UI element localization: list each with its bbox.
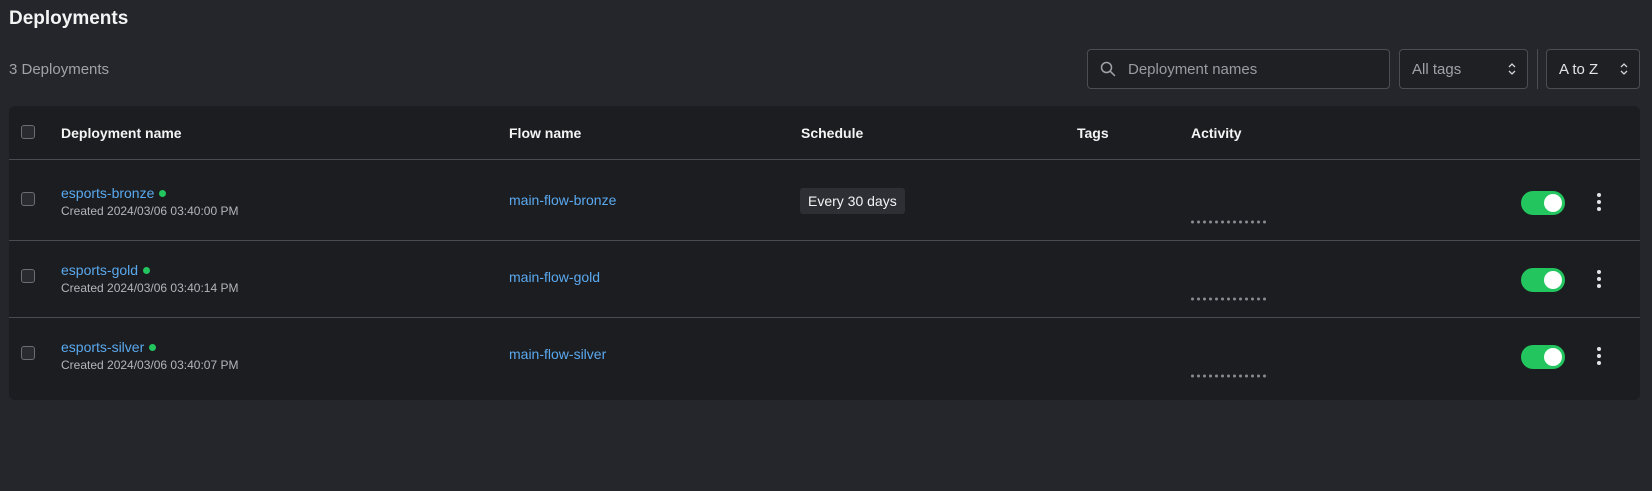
deployment-toggle[interactable] — [1521, 191, 1565, 215]
row-checkbox[interactable] — [21, 192, 35, 206]
activity-dot — [1191, 297, 1194, 301]
column-header-activity[interactable]: Activity — [1191, 125, 1242, 141]
activity-dot — [1251, 220, 1254, 224]
status-dot-icon — [159, 189, 167, 197]
activity-dot — [1263, 297, 1266, 301]
activity-dot — [1245, 220, 1248, 224]
deployment-name-link[interactable]: esports-gold — [61, 262, 151, 278]
activity-dot — [1203, 220, 1206, 224]
row-checkbox[interactable] — [21, 346, 35, 360]
toggle-knob — [1544, 194, 1562, 212]
table-header: Deployment name Flow name Schedule Tags … — [9, 106, 1640, 160]
table-row: esports-gold Created 2024/03/06 03:40:14… — [9, 237, 1640, 318]
column-header-schedule[interactable]: Schedule — [801, 125, 863, 141]
activity-sparkline — [1191, 297, 1266, 301]
activity-dot — [1203, 374, 1206, 378]
activity-dot — [1215, 220, 1218, 224]
table-row: esports-silver Created 2024/03/06 03:40:… — [9, 314, 1640, 394]
activity-dot — [1209, 374, 1212, 378]
deployment-name-link[interactable]: esports-bronze — [61, 185, 167, 201]
created-timestamp: Created 2024/03/06 03:40:14 PM — [61, 281, 239, 295]
deployment-name[interactable]: esports-gold — [61, 262, 138, 278]
tags-filter-label: All tags — [1412, 60, 1462, 78]
activity-dot — [1263, 374, 1266, 378]
status-dot-icon — [143, 266, 151, 274]
more-vertical-icon[interactable] — [1591, 344, 1607, 368]
activity-dot — [1191, 374, 1194, 378]
flow-name-link[interactable]: main-flow-gold — [509, 269, 600, 285]
more-vertical-icon[interactable] — [1591, 267, 1607, 291]
deployment-name[interactable]: esports-bronze — [61, 185, 154, 201]
created-timestamp: Created 2024/03/06 03:40:00 PM — [61, 204, 239, 218]
toggle-knob — [1544, 348, 1562, 366]
search-field[interactable] — [1087, 49, 1390, 89]
more-vertical-icon[interactable] — [1591, 190, 1607, 214]
deployment-name-link[interactable]: esports-silver — [61, 339, 157, 355]
page-title: Deployments — [9, 8, 129, 29]
activity-dot — [1215, 374, 1218, 378]
activity-sparkline — [1191, 374, 1266, 378]
activity-dot — [1245, 297, 1248, 301]
activity-dot — [1239, 220, 1242, 224]
activity-dot — [1251, 297, 1254, 301]
activity-dot — [1197, 374, 1200, 378]
chevron-updown-icon — [1620, 63, 1628, 75]
activity-dot — [1197, 220, 1200, 224]
search-input[interactable] — [1126, 59, 1370, 79]
deployment-toggle[interactable] — [1521, 345, 1565, 369]
activity-dot — [1257, 220, 1260, 224]
schedule-badge: Every 30 days — [800, 188, 905, 214]
activity-dot — [1257, 374, 1260, 378]
activity-dot — [1215, 297, 1218, 301]
activity-dot — [1191, 220, 1194, 224]
table-row: esports-bronze Created 2024/03/06 03:40:… — [9, 160, 1640, 241]
search-icon — [1100, 61, 1116, 77]
flow-name-link[interactable]: main-flow-bronze — [509, 192, 616, 208]
activity-dot — [1233, 297, 1236, 301]
tags-filter-select[interactable]: All tags — [1399, 49, 1528, 89]
column-header-deployment-name[interactable]: Deployment name — [61, 125, 182, 141]
row-checkbox[interactable] — [21, 269, 35, 283]
chevron-updown-icon — [1508, 63, 1516, 75]
status-dot-icon — [149, 343, 157, 351]
activity-dot — [1197, 297, 1200, 301]
deployments-table: Deployment name Flow name Schedule Tags … — [9, 106, 1640, 400]
activity-dot — [1209, 220, 1212, 224]
deployment-count: 3 Deployments — [9, 61, 110, 78]
activity-dot — [1251, 374, 1254, 378]
deployments-page: Deployments 3 Deployments All tags A to … — [0, 0, 1652, 491]
activity-dot — [1221, 220, 1224, 224]
toggle-knob — [1544, 271, 1562, 289]
activity-dot — [1227, 374, 1230, 378]
sort-label: A to Z — [1559, 60, 1599, 78]
activity-dot — [1239, 297, 1242, 301]
activity-dot — [1245, 374, 1248, 378]
select-all-checkbox[interactable] — [21, 125, 35, 139]
activity-dot — [1221, 297, 1224, 301]
activity-dot — [1233, 220, 1236, 224]
activity-dot — [1209, 297, 1212, 301]
activity-dot — [1263, 220, 1266, 224]
sort-select[interactable]: A to Z — [1546, 49, 1640, 89]
activity-dot — [1257, 297, 1260, 301]
filter-divider — [1537, 49, 1538, 89]
column-header-tags[interactable]: Tags — [1077, 125, 1109, 141]
activity-dot — [1239, 374, 1242, 378]
flow-name-link[interactable]: main-flow-silver — [509, 346, 606, 362]
created-timestamp: Created 2024/03/06 03:40:07 PM — [61, 358, 239, 372]
activity-dot — [1203, 297, 1206, 301]
deployment-toggle[interactable] — [1521, 268, 1565, 292]
activity-dot — [1227, 220, 1230, 224]
activity-dot — [1221, 374, 1224, 378]
deployment-name[interactable]: esports-silver — [61, 339, 144, 355]
column-header-flow-name[interactable]: Flow name — [509, 125, 581, 141]
activity-dot — [1227, 297, 1230, 301]
activity-dot — [1233, 374, 1236, 378]
activity-sparkline — [1191, 220, 1266, 224]
